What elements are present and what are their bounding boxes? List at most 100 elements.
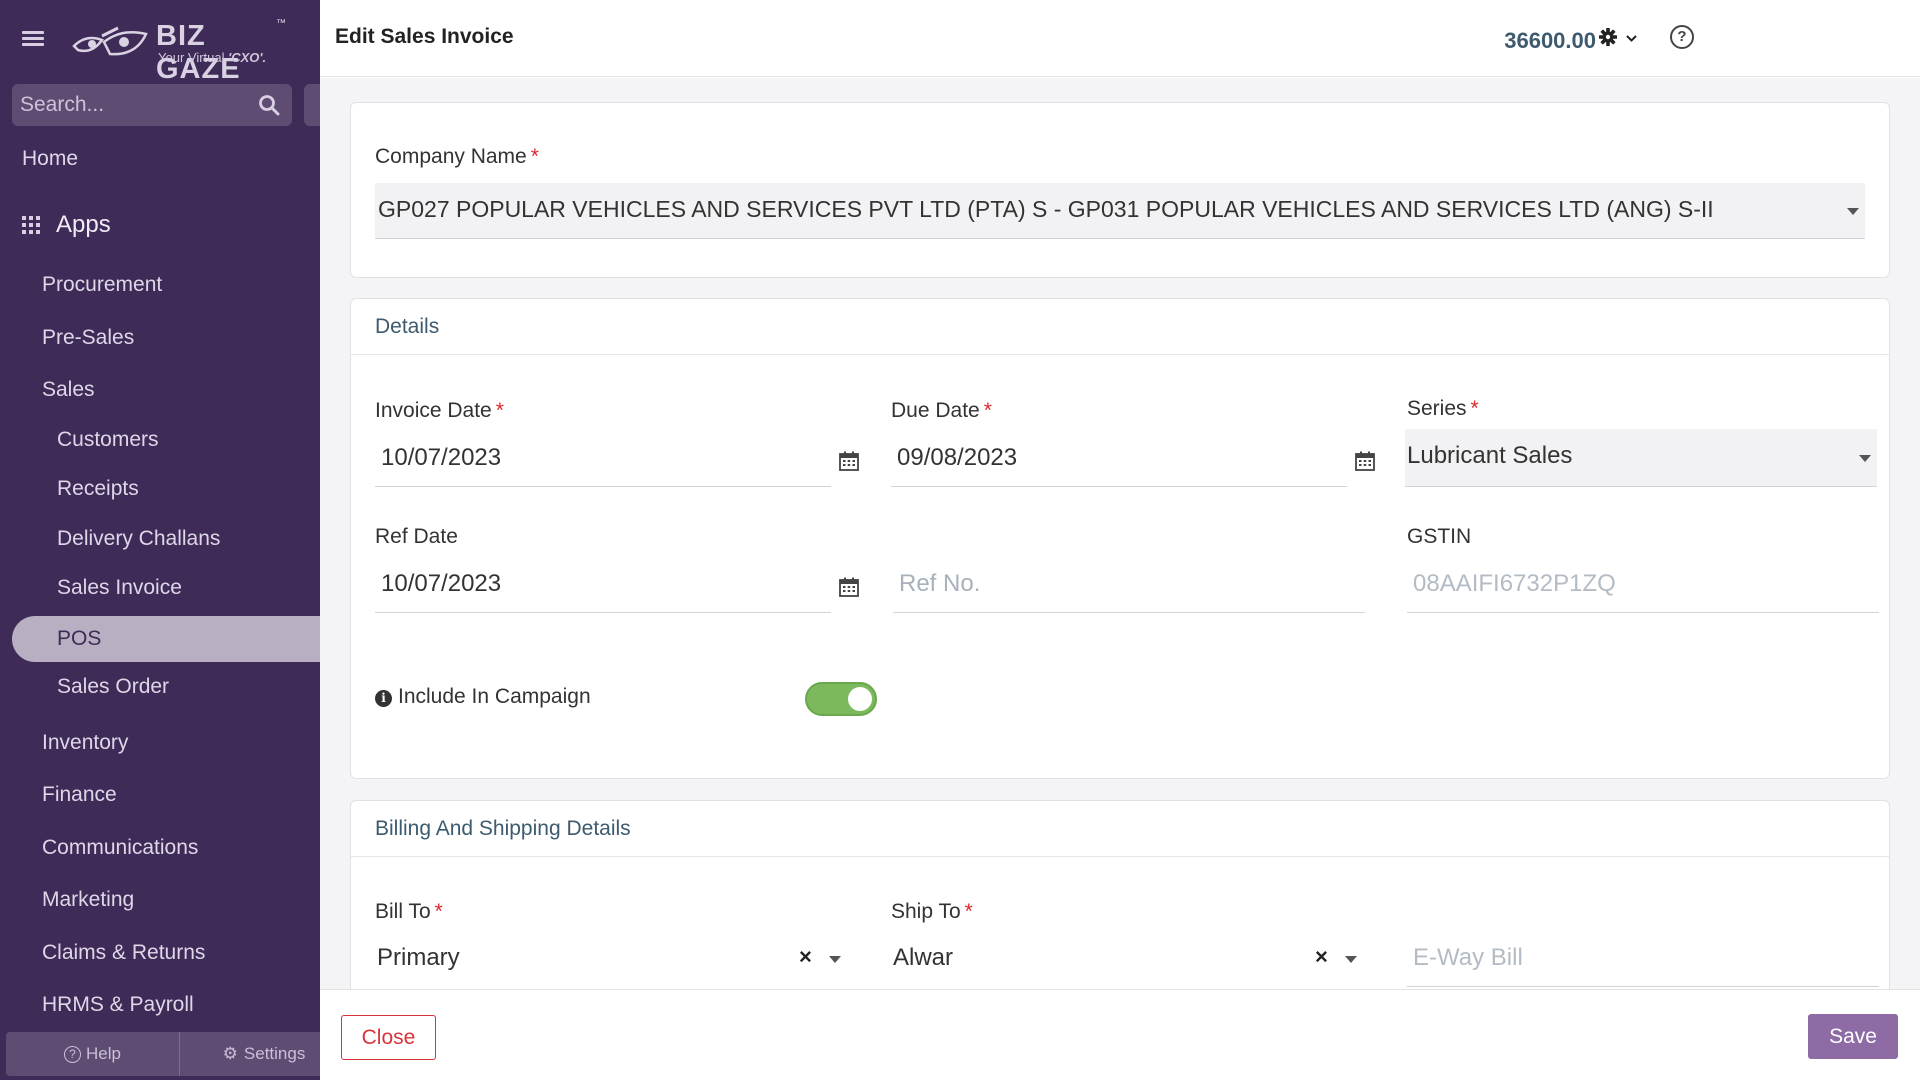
sidebar-item-pre-sales[interactable]: Pre-Sales bbox=[0, 316, 320, 360]
gear-icon bbox=[1599, 28, 1637, 46]
calendar-icon[interactable] bbox=[839, 451, 859, 471]
bill-to-value: Primary bbox=[377, 944, 460, 971]
invoice-amount: 36600.00 bbox=[1504, 28, 1596, 53]
bizgaze-logo[interactable]: BIZ GAZE ™ Your Virtual 'CXO'. bbox=[72, 16, 292, 85]
details-card: Details Invoice Date * 10/07/2023 Due Dat… bbox=[350, 298, 1890, 779]
help-button[interactable]: ? Help bbox=[6, 1032, 180, 1076]
search-input[interactable] bbox=[20, 84, 260, 126]
calendar-icon[interactable] bbox=[839, 577, 859, 597]
company-card: Company Name * GP027 POPULAR VEHICLES AND… bbox=[350, 102, 1890, 278]
ref-date-label: Ref Date bbox=[375, 525, 458, 548]
include-in-campaign-toggle[interactable] bbox=[805, 682, 877, 716]
ref-date-field[interactable]: 10/07/2023 bbox=[375, 557, 831, 613]
company-name-label-text: Company Name bbox=[375, 145, 527, 168]
ship-to-value: Alwar bbox=[893, 944, 954, 971]
sidebar-item-procurement[interactable]: Procurement bbox=[0, 263, 320, 307]
clear-icon[interactable]: × bbox=[799, 944, 812, 970]
required-marker: * bbox=[964, 900, 973, 923]
logo-tagline-bold: 'CXO'. bbox=[228, 50, 267, 65]
invoice-date-label-text: Invoice Date bbox=[375, 399, 492, 422]
required-marker: * bbox=[530, 145, 539, 168]
hamburger-icon[interactable] bbox=[22, 28, 48, 50]
gstin-input[interactable]: 08AAIFI6732P1ZQ bbox=[1407, 557, 1879, 613]
caret-down-icon bbox=[1847, 208, 1859, 215]
series-value: Lubricant Sales bbox=[1407, 442, 1573, 469]
sidebar-item-sales[interactable]: Sales bbox=[0, 368, 320, 412]
ship-to-label: Ship To * bbox=[891, 900, 973, 924]
billing-section-title: Billing And Shipping Details bbox=[351, 801, 1889, 857]
gstin-placeholder: 08AAIFI6732P1ZQ bbox=[1413, 570, 1616, 597]
clear-icon[interactable]: × bbox=[1315, 944, 1328, 970]
company-name-value: GP027 POPULAR VEHICLES AND SERVICES PVT … bbox=[378, 196, 1714, 222]
sidebar-footer: ? Help ⚙ Settings bbox=[6, 1032, 320, 1076]
sidebar: BIZ GAZE ™ Your Virtual 'CXO'. Home Apps… bbox=[0, 0, 320, 1080]
sidebar-item-customers[interactable]: Customers bbox=[0, 418, 320, 462]
eway-bill-input[interactable]: E-Way Bill bbox=[1407, 931, 1879, 987]
required-marker: * bbox=[495, 399, 504, 422]
sidebar-item-inventory[interactable]: Inventory bbox=[0, 721, 320, 765]
include-in-campaign-label: i Include In Campaign bbox=[375, 685, 591, 709]
form-content: Company Name * GP027 POPULAR VEHICLES AND… bbox=[320, 78, 1920, 989]
sidebar-item-marketing[interactable]: Marketing bbox=[0, 878, 320, 922]
eway-bill-placeholder: E-Way Bill bbox=[1413, 944, 1523, 971]
due-date-label-text: Due Date bbox=[891, 399, 980, 422]
ship-to-select[interactable]: Alwar × bbox=[891, 931, 1371, 987]
ref-date-value: 10/07/2023 bbox=[381, 570, 502, 597]
sidebar-item-sales-order[interactable]: Sales Order bbox=[0, 665, 320, 709]
sidebar-item-hrms-payroll[interactable]: HRMS & Payroll bbox=[0, 983, 320, 1027]
calendar-icon[interactable] bbox=[1355, 451, 1375, 471]
due-date-field[interactable]: 09/08/2023 bbox=[891, 431, 1347, 487]
help-circle-icon: ? bbox=[64, 1045, 82, 1063]
ship-to-label-text: Ship To bbox=[891, 900, 961, 923]
bill-to-select[interactable]: Primary × bbox=[375, 931, 855, 987]
company-name-label: Company Name * bbox=[375, 145, 539, 169]
due-date-value: 09/08/2023 bbox=[897, 444, 1018, 471]
required-marker: * bbox=[434, 900, 443, 923]
invoice-date-label: Invoice Date * bbox=[375, 399, 504, 423]
company-name-select[interactable]: GP027 POPULAR VEHICLES AND SERVICES PVT … bbox=[375, 183, 1865, 239]
settings-button[interactable]: ⚙ Settings bbox=[180, 1032, 320, 1076]
settings-button-label: Settings bbox=[243, 1044, 306, 1063]
sidebar-item-apps-label: Apps bbox=[56, 211, 111, 238]
required-marker: * bbox=[1470, 397, 1479, 420]
logo-tagline: Your Virtual 'CXO'. bbox=[158, 50, 266, 65]
bizgaze-logo-icon bbox=[72, 26, 148, 56]
invoice-date-value: 10/07/2023 bbox=[381, 444, 502, 471]
search-icon[interactable] bbox=[258, 94, 280, 116]
sidebar-item-finance[interactable]: Finance bbox=[0, 773, 320, 817]
caret-down-icon bbox=[1859, 455, 1871, 462]
form-footer: Close Save bbox=[320, 989, 1920, 1080]
ref-no-input[interactable]: Ref No. bbox=[893, 557, 1365, 613]
series-label: Series * bbox=[1407, 397, 1479, 421]
gstin-label: GSTIN bbox=[1407, 525, 1472, 548]
save-button[interactable]: Save bbox=[1808, 1014, 1898, 1059]
sidebar-item-communications[interactable]: Communications bbox=[0, 826, 320, 870]
include-in-campaign-text: Include In Campaign bbox=[398, 685, 591, 708]
invoice-date-field[interactable]: 10/07/2023 bbox=[375, 431, 831, 487]
sidebar-item-sales-invoice[interactable]: Sales Invoice bbox=[0, 566, 320, 610]
page-title: Edit Sales Invoice bbox=[335, 25, 514, 48]
details-section-title: Details bbox=[351, 299, 1889, 355]
page-header: Edit Sales Invoice 36600.00 ? bbox=[320, 0, 1920, 77]
sidebar-search bbox=[12, 84, 292, 126]
settings-menu-button[interactable] bbox=[1598, 26, 1642, 54]
sidebar-item-delivery-challans[interactable]: Delivery Challans bbox=[0, 517, 320, 561]
caret-down-icon bbox=[829, 956, 841, 963]
sidebar-item-home[interactable]: Home bbox=[0, 137, 320, 181]
logo-trademark: ™ bbox=[276, 18, 286, 29]
help-button-label: Help bbox=[86, 1044, 121, 1063]
sidebar-item-receipts[interactable]: Receipts bbox=[0, 467, 320, 511]
series-label-text: Series bbox=[1407, 397, 1467, 420]
toggle-knob bbox=[848, 687, 872, 711]
help-circle-icon[interactable]: ? bbox=[1670, 25, 1694, 49]
caret-down-icon bbox=[1345, 956, 1357, 963]
logo-tagline-prefix: Your Virtual bbox=[158, 50, 229, 65]
sidebar-item-pos[interactable]: POS bbox=[12, 616, 320, 662]
required-marker: * bbox=[983, 399, 992, 422]
sidebar-item-apps[interactable]: Apps bbox=[0, 203, 320, 247]
sidebar-search-edge bbox=[304, 84, 320, 126]
bill-to-label-text: Bill To bbox=[375, 900, 431, 923]
series-select[interactable]: Lubricant Sales bbox=[1405, 429, 1877, 487]
sidebar-item-claims-returns[interactable]: Claims & Returns bbox=[0, 931, 320, 975]
close-button[interactable]: Close bbox=[341, 1015, 436, 1060]
